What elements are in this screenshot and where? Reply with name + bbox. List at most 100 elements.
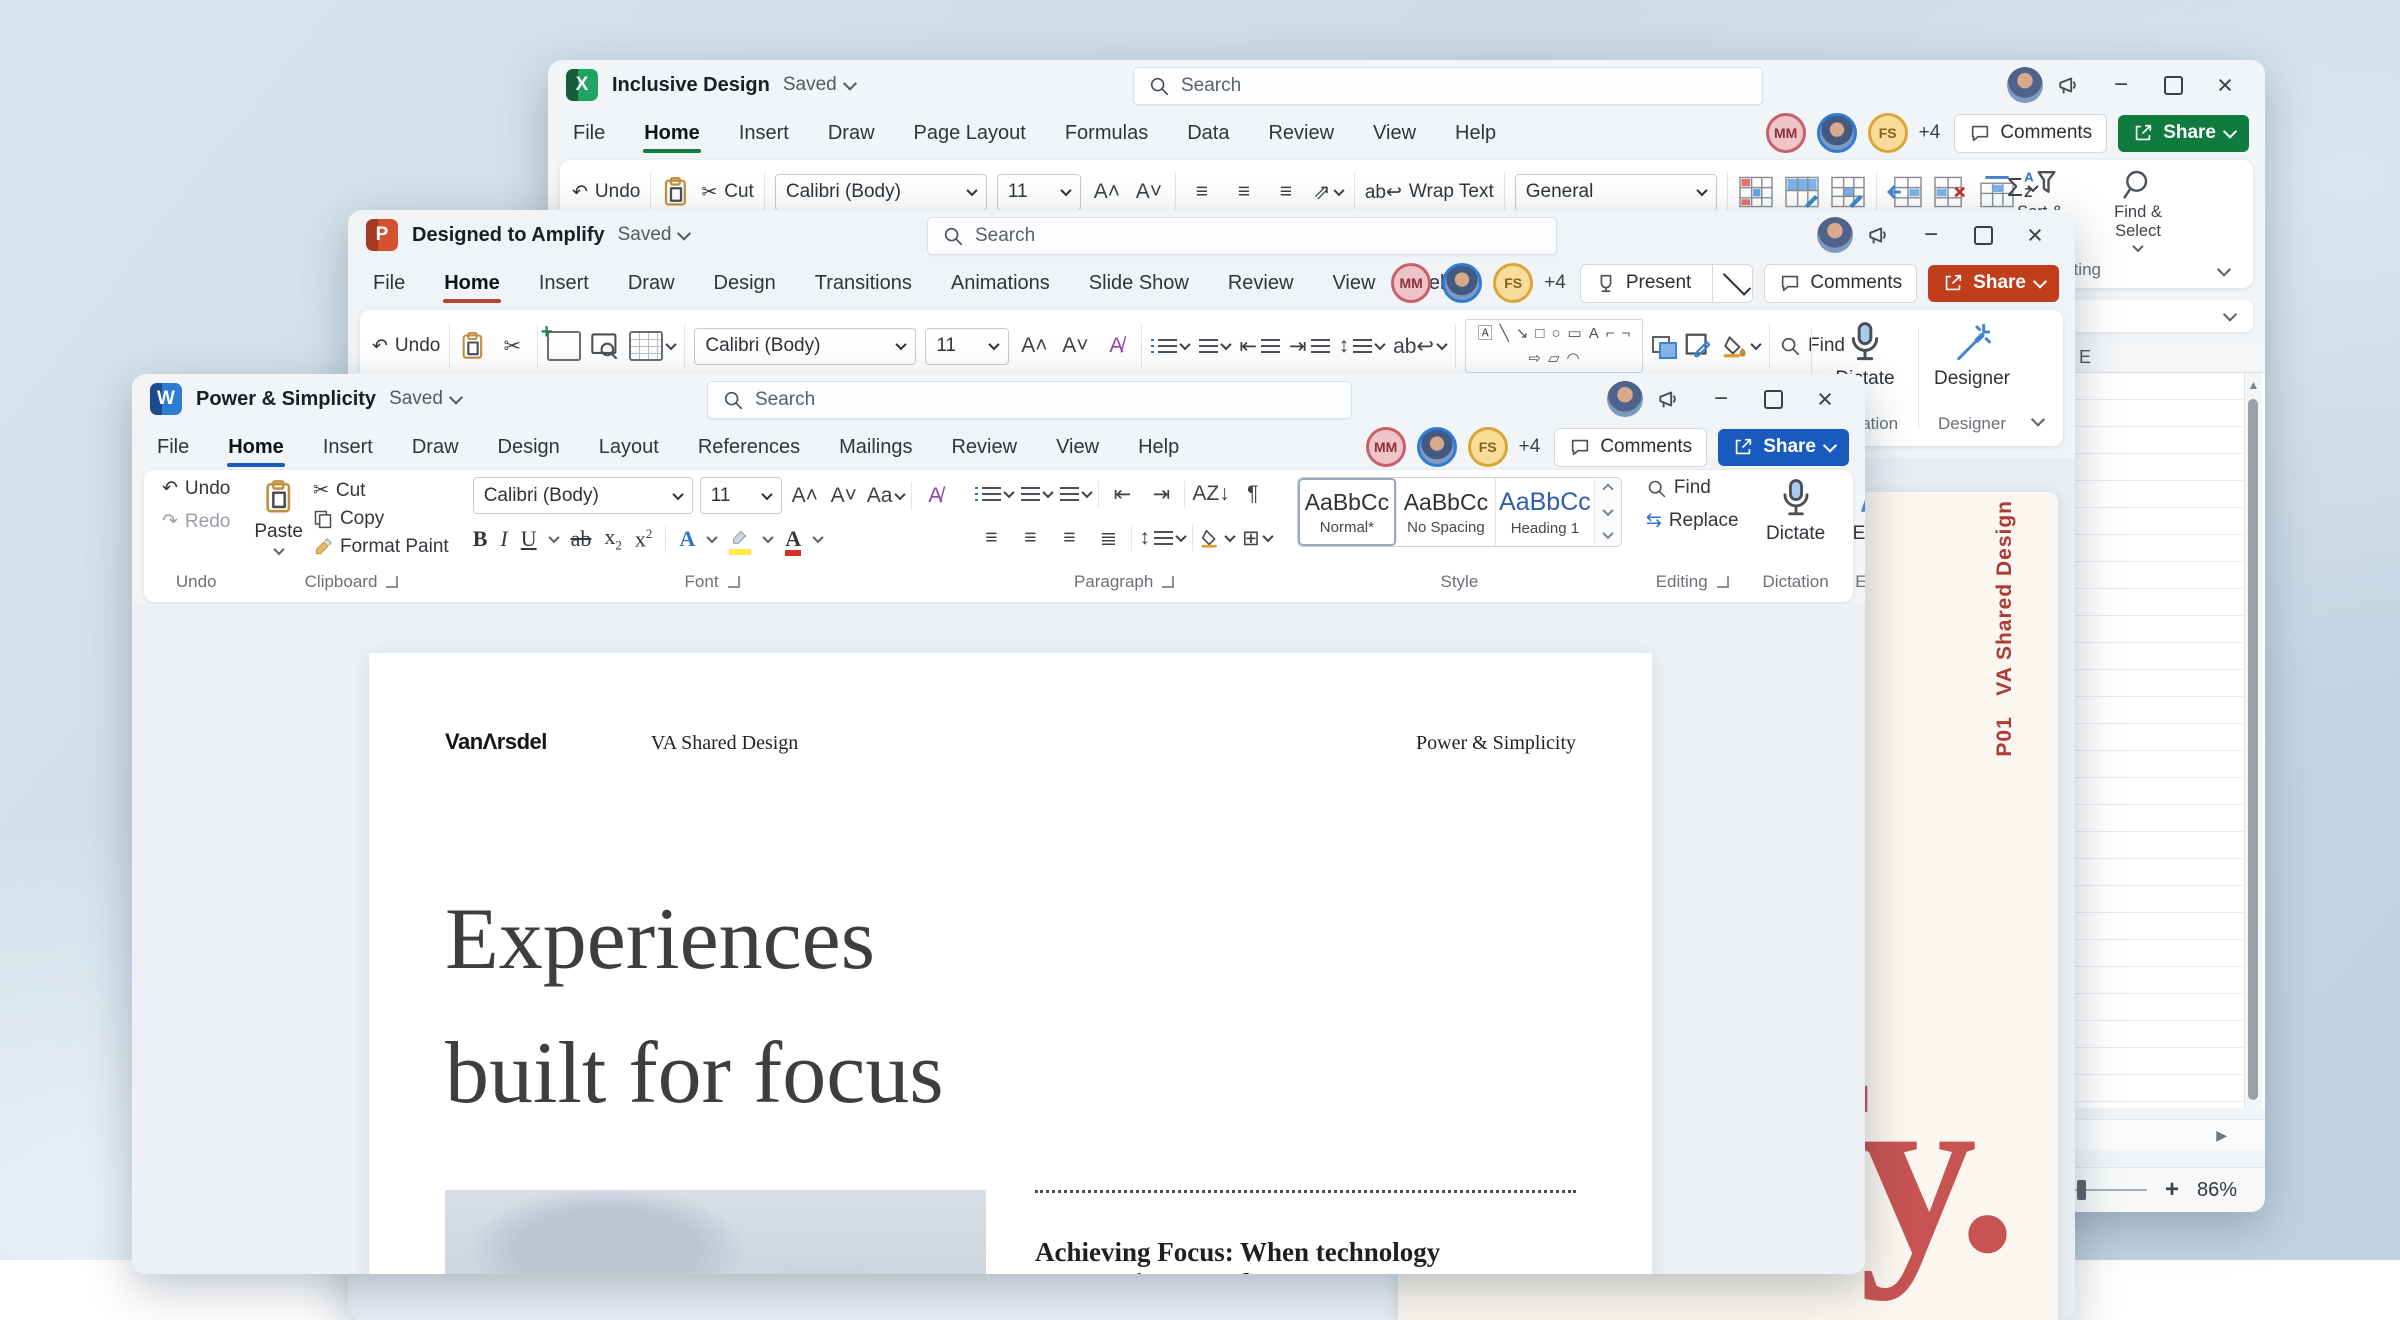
scroll-up-arrow-icon[interactable]: ▲ <box>2245 373 2262 392</box>
editor-button[interactable]: Editor <box>1853 477 1865 545</box>
comments-button[interactable]: Comments <box>1954 114 2107 153</box>
dialog-launcher-icon[interactable] <box>1162 576 1174 588</box>
comments-button[interactable]: Comments <box>1764 264 1917 303</box>
close-button[interactable]: × <box>1799 374 1851 424</box>
user-avatar[interactable] <box>2007 67 2043 103</box>
feedback-megaphone-icon[interactable] <box>2043 60 2095 110</box>
excel-saved-status[interactable]: Saved <box>783 74 855 96</box>
dialog-launcher-icon[interactable] <box>386 576 398 588</box>
zoom-in-button[interactable]: + <box>2165 1176 2179 1204</box>
bullet-list-icon[interactable] <box>975 477 1013 511</box>
new-slide-icon[interactable] <box>547 331 581 361</box>
bullet-list-icon[interactable] <box>1151 329 1189 363</box>
align-left-icon[interactable]: ≡ <box>975 521 1007 555</box>
word-tab-references[interactable]: References <box>697 427 801 468</box>
close-button[interactable]: × <box>2199 60 2251 110</box>
ppt-designer-group[interactable]: Designer Designer <box>1919 316 2025 440</box>
dialog-launcher-icon[interactable] <box>1717 576 1729 588</box>
shapes-gallery[interactable]: 🄰╲↘□○▭ A⌐¬⇨▱◠ <box>1465 319 1643 373</box>
format-as-table-icon[interactable] <box>1784 176 1820 208</box>
ppt-tab-home[interactable]: Home <box>443 263 501 304</box>
feedback-megaphone-icon[interactable] <box>1643 374 1695 424</box>
paste-icon[interactable] <box>661 175 691 209</box>
ppt-font-name-select[interactable]: Calibri (Body) <box>694 328 916 365</box>
insert-cells-icon[interactable] <box>1887 176 1923 208</box>
share-button[interactable]: Share <box>1718 429 1849 466</box>
vertical-scrollbar[interactable]: ▲ <box>2244 373 2262 1108</box>
italic-icon[interactable]: I <box>500 526 507 552</box>
style-gallery-scroll[interactable] <box>1595 478 1621 546</box>
find-select-button[interactable]: Find & Select <box>2097 168 2179 252</box>
replace-button[interactable]: ⇆ Replace <box>1646 509 1739 532</box>
scroll-right-arrow-icon[interactable]: ▶ <box>2216 1127 2227 1144</box>
excel-tab-insert[interactable]: Insert <box>738 113 790 154</box>
align-center-icon[interactable]: ≡ <box>1014 521 1046 555</box>
ppt-tab-design[interactable]: Design <box>713 263 777 304</box>
delete-cells-icon[interactable] <box>1933 176 1969 208</box>
strikethrough-icon[interactable]: ab <box>571 526 592 552</box>
collaborator-avatar-fs[interactable]: FS <box>1868 113 1908 153</box>
word-search-input[interactable]: Search <box>707 381 1352 419</box>
ppt-tab-view[interactable]: View <box>1331 263 1376 304</box>
number-format-select[interactable]: General <box>1515 174 1717 211</box>
excel-font-size-select[interactable]: 11 <box>997 174 1081 211</box>
collaborator-avatar-photo[interactable] <box>1442 263 1482 303</box>
subscript-icon[interactable]: x2 <box>604 524 622 553</box>
decrease-font-size-icon[interactable]: A˅ <box>1059 329 1091 363</box>
text-highlight-icon[interactable] <box>729 526 751 551</box>
text-effects-icon[interactable]: A <box>679 526 695 552</box>
word-tab-draw[interactable]: Draw <box>411 427 460 468</box>
sort-icon[interactable]: AZ↓ <box>1192 477 1229 511</box>
excel-tab-view[interactable]: View <box>1372 113 1417 154</box>
excel-cut-button[interactable]: ✂ Cut <box>701 181 754 204</box>
align-middle-icon[interactable]: ≡ <box>1228 175 1260 209</box>
borders-icon[interactable]: ⊞ <box>1241 521 1273 555</box>
collaborator-avatar-mm[interactable]: MM <box>1766 113 1806 153</box>
minimize-button[interactable]: − <box>1905 210 1957 260</box>
align-right-icon[interactable]: ≡ <box>1053 521 1085 555</box>
shape-fill-icon[interactable] <box>1722 329 1760 363</box>
decrease-font-size-icon[interactable]: A˅ <box>828 479 860 513</box>
line-spacing-icon[interactable]: ↕ <box>1339 329 1385 363</box>
user-avatar[interactable] <box>1607 381 1643 417</box>
increase-indent-icon[interactable]: ⇥ <box>1145 477 1177 511</box>
excel-tab-file[interactable]: File <box>572 113 606 154</box>
quick-styles-icon[interactable] <box>1683 331 1713 361</box>
decrease-indent-icon[interactable]: ⇤ <box>1106 477 1138 511</box>
maximize-button[interactable] <box>1957 210 2009 260</box>
comments-button[interactable]: Comments <box>1554 428 1707 467</box>
vertical-scrollbar-thumb[interactable] <box>2248 399 2258 1100</box>
excel-undo-button[interactable]: ↶ Undo <box>572 181 640 204</box>
justify-icon[interactable]: ≣ <box>1092 521 1124 555</box>
word-tab-view[interactable]: View <box>1055 427 1100 468</box>
text-direction-icon[interactable]: ab↩ <box>1393 329 1446 363</box>
increase-font-size-icon[interactable]: A˄ <box>1091 175 1123 209</box>
style-chip-normal[interactable]: AaBbCc Normal* <box>1298 478 1397 546</box>
find-button[interactable]: Find <box>1646 477 1711 499</box>
change-case-icon[interactable]: Aa <box>867 479 905 513</box>
font-name-select[interactable]: Calibri (Body) <box>473 477 693 514</box>
ppt-undo-button[interactable]: ↶ Undo <box>372 335 440 358</box>
collaborator-overflow-count[interactable]: +4 <box>1919 122 1941 144</box>
ribbon-collapse-chevron[interactable] <box>2031 413 2045 427</box>
collaborator-avatar-fs[interactable]: FS <box>1468 427 1508 467</box>
excel-search-input[interactable]: Search <box>1133 67 1763 105</box>
collaborator-avatar-mm[interactable]: MM <box>1366 427 1406 467</box>
ppt-tab-review[interactable]: Review <box>1227 263 1295 304</box>
word-tab-mailings[interactable]: Mailings <box>838 427 913 468</box>
present-button[interactable]: Present <box>1580 264 1753 303</box>
conditional-formatting-icon[interactable] <box>1738 176 1774 208</box>
copy-button[interactable]: Copy <box>313 508 384 530</box>
increase-indent-icon[interactable]: ⇥ <box>1289 329 1330 363</box>
minimize-button[interactable]: − <box>1695 374 1747 424</box>
excel-tab-formulas[interactable]: Formulas <box>1064 113 1149 154</box>
collaborator-overflow-count[interactable]: +4 <box>1519 436 1541 458</box>
increase-font-size-icon[interactable]: A˄ <box>1018 329 1050 363</box>
excel-tab-data[interactable]: Data <box>1186 113 1230 154</box>
dictate-button[interactable]: Dictate <box>1766 477 1825 545</box>
redo-button[interactable]: ↷ Redo <box>162 510 230 533</box>
powerpoint-search-input[interactable]: Search <box>927 217 1557 255</box>
arrange-icon[interactable] <box>1652 336 1674 356</box>
format-painter-button[interactable]: Format Paint <box>313 536 449 558</box>
cut-button[interactable]: ✂ Cut <box>313 479 366 502</box>
